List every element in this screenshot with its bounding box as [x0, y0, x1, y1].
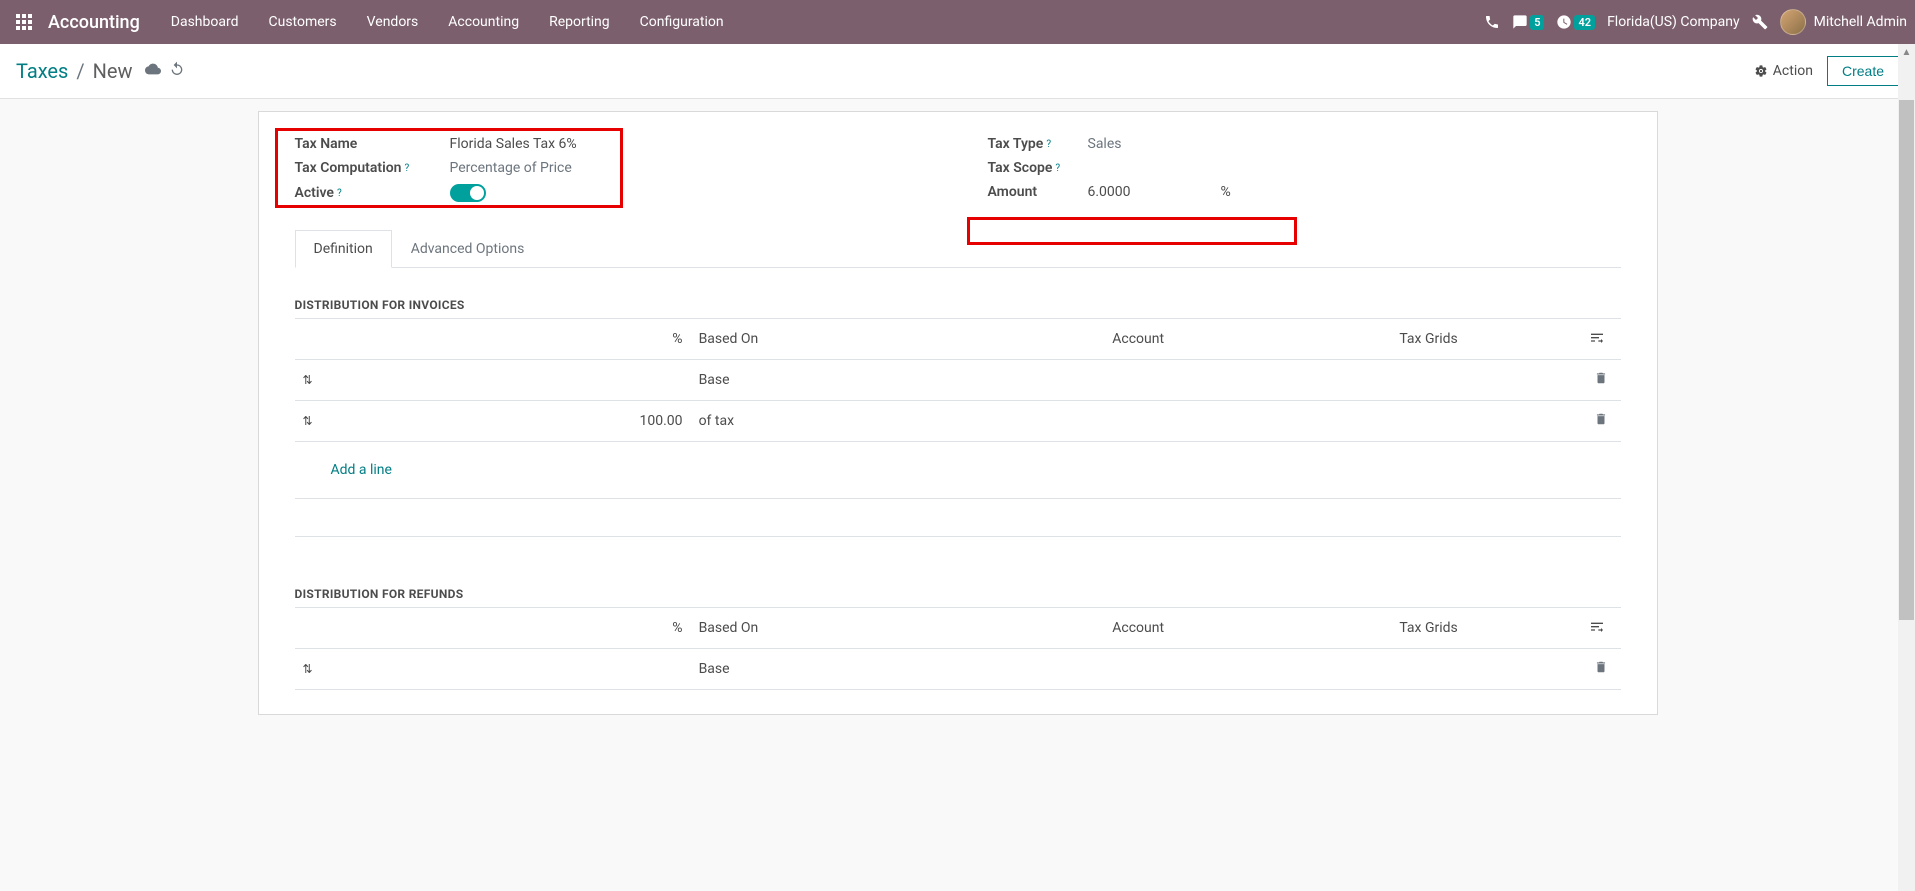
- nav-accounting[interactable]: Accounting: [433, 2, 534, 42]
- user-menu[interactable]: Mitchell Admin: [1780, 9, 1907, 35]
- tax-computation-label-text: Tax Computation: [295, 160, 402, 176]
- create-button[interactable]: Create: [1827, 56, 1899, 86]
- col-account: Account: [1000, 319, 1277, 360]
- drag-handle-icon[interactable]: ⇅: [295, 360, 321, 401]
- form-sheet: Tax Name Florida Sales Tax 6% Tax Comput…: [258, 111, 1658, 715]
- breadcrumb-current: New: [93, 59, 133, 83]
- main-navbar: Accounting Dashboard Customers Vendors A…: [0, 0, 1915, 44]
- tax-type-field[interactable]: Sales: [1088, 136, 1122, 152]
- help-icon[interactable]: ?: [337, 188, 342, 199]
- breadcrumb-separator: /: [76, 59, 84, 83]
- account-cell[interactable]: [1000, 649, 1277, 690]
- nav-configuration[interactable]: Configuration: [625, 2, 739, 42]
- breadcrumb-parent[interactable]: Taxes: [16, 59, 68, 83]
- account-cell[interactable]: [1000, 401, 1277, 442]
- tax-name-label: Tax Name: [295, 136, 450, 152]
- tax-type-label-text: Tax Type: [988, 136, 1044, 152]
- add-line-link[interactable]: Add a line: [303, 452, 1613, 488]
- tax-grids-cell[interactable]: [1277, 360, 1581, 401]
- tab-definition[interactable]: Definition: [295, 230, 392, 268]
- scroll-up-icon[interactable]: ▲: [1898, 44, 1915, 61]
- avatar: [1780, 9, 1806, 35]
- col-based-on: Based On: [691, 319, 1000, 360]
- col-tax-grids: Tax Grids: [1277, 319, 1581, 360]
- nav-customers[interactable]: Customers: [254, 2, 352, 42]
- company-switcher[interactable]: Florida(US) Company: [1607, 14, 1740, 30]
- table-row[interactable]: ⇅ Base: [295, 649, 1621, 690]
- help-icon[interactable]: ?: [404, 163, 409, 174]
- app-name[interactable]: Accounting: [40, 12, 156, 33]
- tax-grids-cell[interactable]: [1277, 649, 1581, 690]
- help-icon[interactable]: ?: [1055, 163, 1060, 174]
- col-based-on: Based On: [691, 608, 1000, 649]
- nav-menu: Dashboard Customers Vendors Accounting R…: [156, 2, 739, 42]
- action-button[interactable]: Action: [1754, 63, 1813, 79]
- tax-grids-cell[interactable]: [1277, 401, 1581, 442]
- pct-cell[interactable]: [321, 649, 691, 690]
- table-row[interactable]: ⇅ 100.00 of tax: [295, 401, 1621, 442]
- tax-scope-label: Tax Scope ?: [988, 160, 1088, 176]
- activities-icon[interactable]: 42: [1556, 14, 1595, 30]
- breadcrumb: Taxes / New: [16, 59, 133, 83]
- scrollbar-thumb[interactable]: [1899, 100, 1914, 620]
- col-settings-icon[interactable]: [1581, 608, 1621, 649]
- messages-badge: 5: [1530, 15, 1544, 30]
- pct-cell[interactable]: [321, 360, 691, 401]
- tax-computation-label: Tax Computation ?: [295, 160, 450, 176]
- drag-handle-icon[interactable]: ⇅: [295, 401, 321, 442]
- messages-icon[interactable]: 5: [1512, 14, 1544, 30]
- refunds-section-title: DISTRIBUTION FOR REFUNDS: [295, 587, 1621, 601]
- telephony-icon[interactable]: [1484, 14, 1500, 30]
- help-icon[interactable]: ?: [1046, 139, 1051, 150]
- active-label-text: Active: [295, 185, 334, 201]
- based-on-cell[interactable]: Base: [691, 649, 1000, 690]
- tax-name-field[interactable]: Florida Sales Tax 6%: [450, 136, 577, 152]
- drag-handle-icon[interactable]: ⇅: [295, 649, 321, 690]
- discard-icon[interactable]: [169, 61, 185, 81]
- nav-reporting[interactable]: Reporting: [534, 2, 625, 42]
- add-line-row: Add a line: [295, 442, 1621, 499]
- amount-label: Amount: [988, 184, 1088, 200]
- action-label: Action: [1773, 63, 1813, 79]
- based-on-cell[interactable]: Base: [691, 360, 1000, 401]
- active-label: Active ?: [295, 185, 450, 201]
- col-settings-icon[interactable]: [1581, 319, 1621, 360]
- tab-advanced-options[interactable]: Advanced Options: [392, 230, 544, 267]
- tax-type-label: Tax Type ?: [988, 136, 1088, 152]
- tax-scope-label-text: Tax Scope: [988, 160, 1053, 176]
- active-toggle[interactable]: [450, 184, 486, 202]
- invoices-section-title: DISTRIBUTION FOR INVOICES: [295, 298, 1621, 312]
- debug-icon[interactable]: [1752, 14, 1768, 30]
- refunds-table: % Based On Account Tax Grids ⇅ Base: [295, 607, 1621, 690]
- table-row[interactable]: ⇅ Base: [295, 360, 1621, 401]
- control-panel: Taxes / New Action Create: [0, 44, 1915, 99]
- delete-row-icon[interactable]: [1581, 401, 1621, 442]
- invoices-table: % Based On Account Tax Grids ⇅ Base: [295, 318, 1621, 537]
- col-account: Account: [1000, 608, 1277, 649]
- account-cell[interactable]: [1000, 360, 1277, 401]
- user-name: Mitchell Admin: [1814, 14, 1907, 30]
- pct-cell[interactable]: 100.00: [321, 401, 691, 442]
- tabs: Definition Advanced Options: [295, 230, 1621, 268]
- tax-computation-field[interactable]: Percentage of Price: [450, 160, 572, 176]
- amount-field[interactable]: 6.0000: [1088, 184, 1131, 200]
- based-on-cell[interactable]: of tax: [691, 401, 1000, 442]
- delete-row-icon[interactable]: [1581, 360, 1621, 401]
- nav-dashboard[interactable]: Dashboard: [156, 2, 254, 42]
- col-percent: %: [321, 319, 691, 360]
- cloud-save-icon[interactable]: [145, 61, 161, 81]
- apps-icon[interactable]: [8, 6, 40, 38]
- activities-badge: 42: [1574, 15, 1595, 30]
- col-tax-grids: Tax Grids: [1277, 608, 1581, 649]
- nav-vendors[interactable]: Vendors: [352, 2, 434, 42]
- vertical-scrollbar[interactable]: ▲: [1898, 44, 1915, 891]
- col-percent: %: [321, 608, 691, 649]
- amount-suffix: %: [1221, 184, 1231, 200]
- delete-row-icon[interactable]: [1581, 649, 1621, 690]
